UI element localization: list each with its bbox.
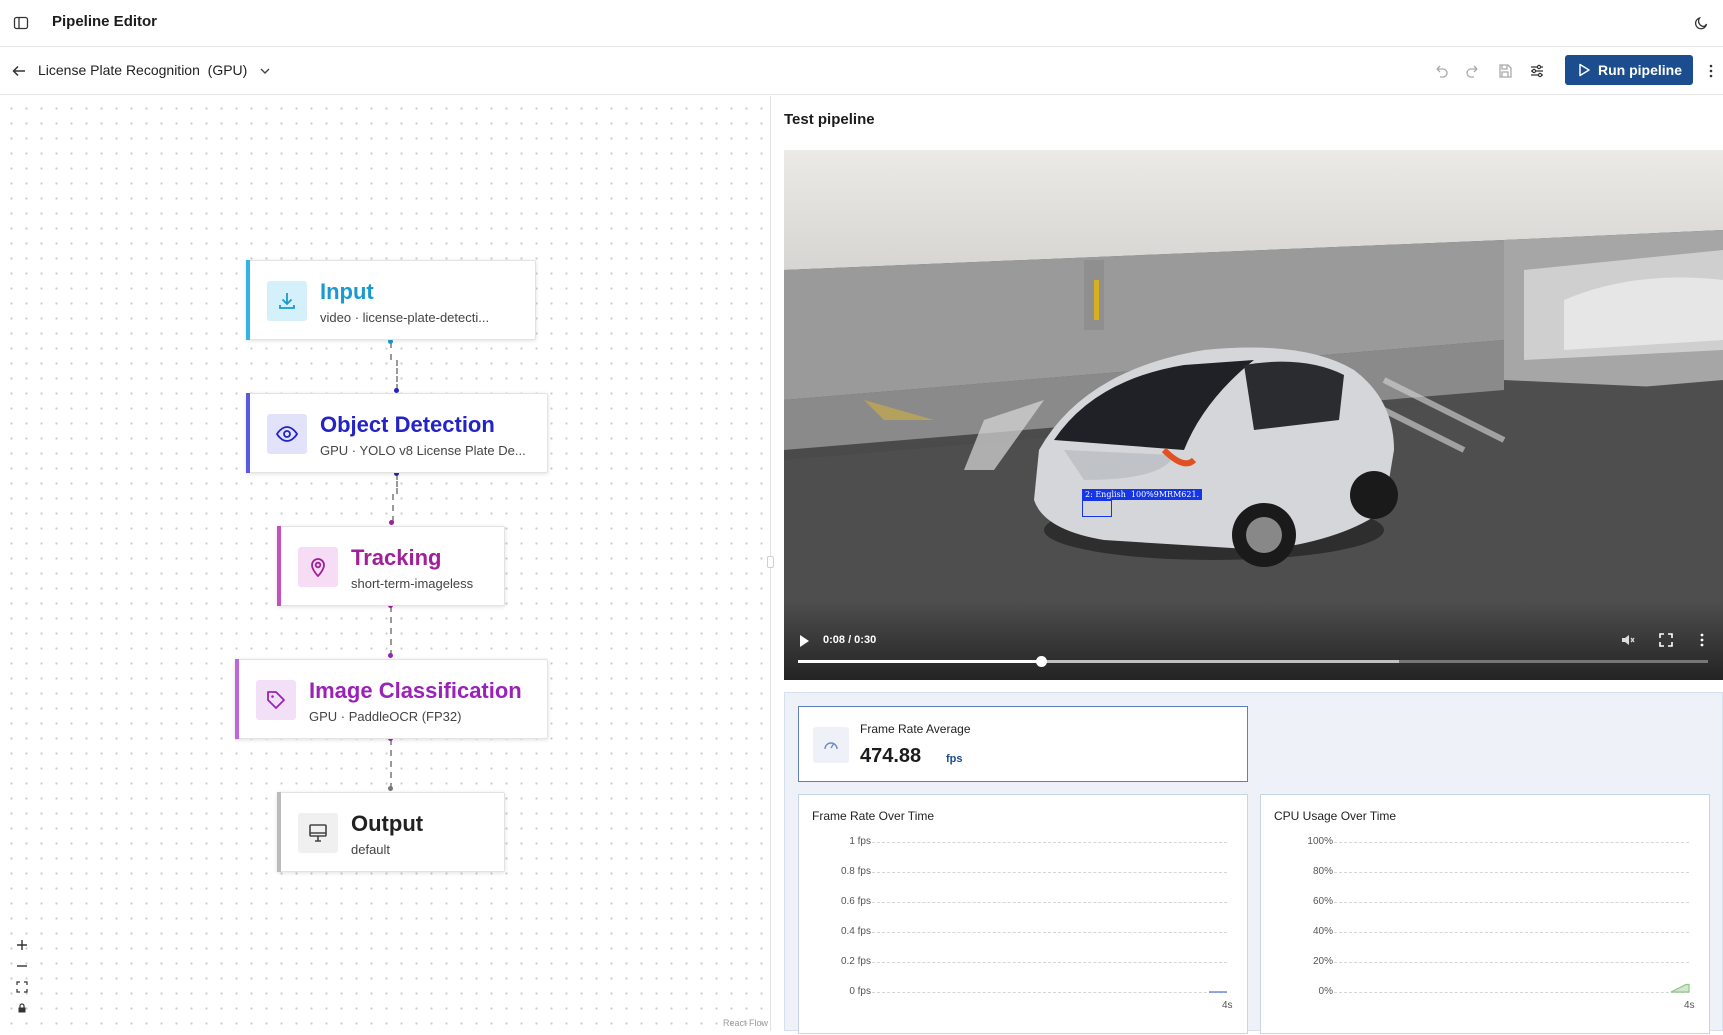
chart-plot <box>1209 991 1227 993</box>
node-image-classification[interactable]: Image Classification GPU · PaddleOCR (FP… <box>235 659 548 739</box>
edge-tracking-classification <box>390 606 392 656</box>
handle-dot <box>388 653 393 658</box>
play-icon <box>1579 63 1590 77</box>
lock-icon[interactable] <box>14 999 30 1017</box>
node-title: Object Detection <box>320 412 495 437</box>
node-input[interactable]: Input video · license-plate-detecti... <box>246 260 536 340</box>
chevron-down-icon[interactable] <box>258 64 272 78</box>
chart-plot <box>1670 983 1690 993</box>
play-icon[interactable] <box>798 634 810 648</box>
pipeline-canvas[interactable]: Input video · license-plate-detecti... O… <box>0 96 770 1031</box>
sidebar-toggle-icon[interactable] <box>13 15 29 31</box>
app-title: Pipeline Editor <box>52 13 158 30</box>
video-player[interactable]: 2: English 100%9MRM621. 0:08 / 0:30 <box>784 150 1723 680</box>
mute-icon[interactable] <box>1620 632 1636 648</box>
more-vertical-icon[interactable] <box>1703 62 1719 80</box>
frame-rate-average-unit: fps <box>946 753 963 765</box>
edge-detection-tracking <box>392 494 394 522</box>
save-icon[interactable] <box>1496 62 1514 80</box>
settings-sliders-icon[interactable] <box>1528 62 1546 80</box>
node-title: Image Classification <box>309 678 522 703</box>
cpu-usage-chart: CPU Usage Over Time 100% 80% 60% 40% 20% 0% 4s <box>1260 794 1710 1034</box>
video-progress[interactable] <box>798 656 1708 667</box>
node-object-detection[interactable]: Object Detection GPU · YOLO v8 License P… <box>246 393 548 473</box>
node-title: Input <box>320 279 374 304</box>
zoom-in-icon[interactable] <box>14 936 30 954</box>
series-line <box>1670 983 1690 993</box>
resize-handle[interactable] <box>767 556 774 568</box>
run-pipeline-button[interactable]: Run pipeline <box>1565 55 1693 85</box>
handle-dot <box>388 786 393 791</box>
stats-panel: Frame Rate Average 474.88 fps Frame Rate… <box>784 692 1723 1034</box>
moon-icon[interactable] <box>1693 15 1709 31</box>
more-vertical-icon[interactable] <box>1694 632 1710 648</box>
pipeline-toolbar: License Plate Recognition (GPU) Run pipe… <box>0 47 1723 95</box>
redo-icon[interactable] <box>1464 62 1482 80</box>
node-subtitle: video · license-plate-detecti... <box>320 310 490 325</box>
video-time: 0:08 / 0:30 <box>823 634 877 646</box>
gauge-icon <box>813 727 849 763</box>
pipeline-name[interactable]: License Plate Recognition (GPU) <box>38 62 247 78</box>
handle-dot <box>389 520 394 525</box>
zoom-controls <box>14 936 30 1020</box>
monitor-icon <box>298 813 338 853</box>
node-tracking[interactable]: Tracking short-term-imageless <box>277 526 505 606</box>
edge-input-detection <box>390 342 392 360</box>
node-subtitle: short-term-imageless <box>351 576 474 591</box>
node-title: Output <box>351 811 424 836</box>
zoom-out-icon[interactable] <box>14 957 30 975</box>
node-title: Tracking <box>351 545 442 570</box>
back-arrow-icon[interactable] <box>11 63 27 79</box>
node-subtitle: default <box>351 842 391 857</box>
eye-icon <box>267 414 307 454</box>
app-header: Pipeline Editor <box>0 0 1723 47</box>
frame-rate-chart: Frame Rate Over Time 1 fps 0.8 fps 0.6 fps… <box>798 794 1248 1034</box>
video-played <box>798 660 1041 663</box>
map-pin-icon <box>298 547 338 587</box>
video-scrubber[interactable] <box>1035 656 1047 667</box>
frame-rate-average-card[interactable]: Frame Rate Average 474.88 fps <box>798 706 1248 782</box>
react-flow-attribution[interactable]: React Flow <box>723 1018 768 1028</box>
fullscreen-icon[interactable] <box>1658 632 1674 648</box>
detection-box <box>1082 500 1112 517</box>
run-pipeline-label: Run pipeline <box>1598 62 1682 78</box>
detection-label: 2: English 100%9MRM621. <box>1082 489 1203 500</box>
download-icon <box>267 281 307 321</box>
fit-view-icon[interactable] <box>14 978 30 996</box>
node-subtitle: GPU · YOLO v8 License Plate De... <box>320 443 526 458</box>
tag-icon <box>256 680 296 720</box>
video-controls <box>784 600 1723 680</box>
edge-detection-tracking <box>396 474 398 494</box>
frame-rate-average-label: Frame Rate Average <box>860 722 971 736</box>
node-output[interactable]: Output default <box>277 792 505 872</box>
node-subtitle: GPU · PaddleOCR (FP32) <box>309 709 462 724</box>
edge-input-detection <box>396 360 398 390</box>
frame-rate-average-value: 474.88 <box>860 745 922 767</box>
edge-classification-output <box>390 739 392 789</box>
undo-icon[interactable] <box>1432 62 1450 80</box>
test-pipeline-title: Test pipeline <box>784 111 875 128</box>
